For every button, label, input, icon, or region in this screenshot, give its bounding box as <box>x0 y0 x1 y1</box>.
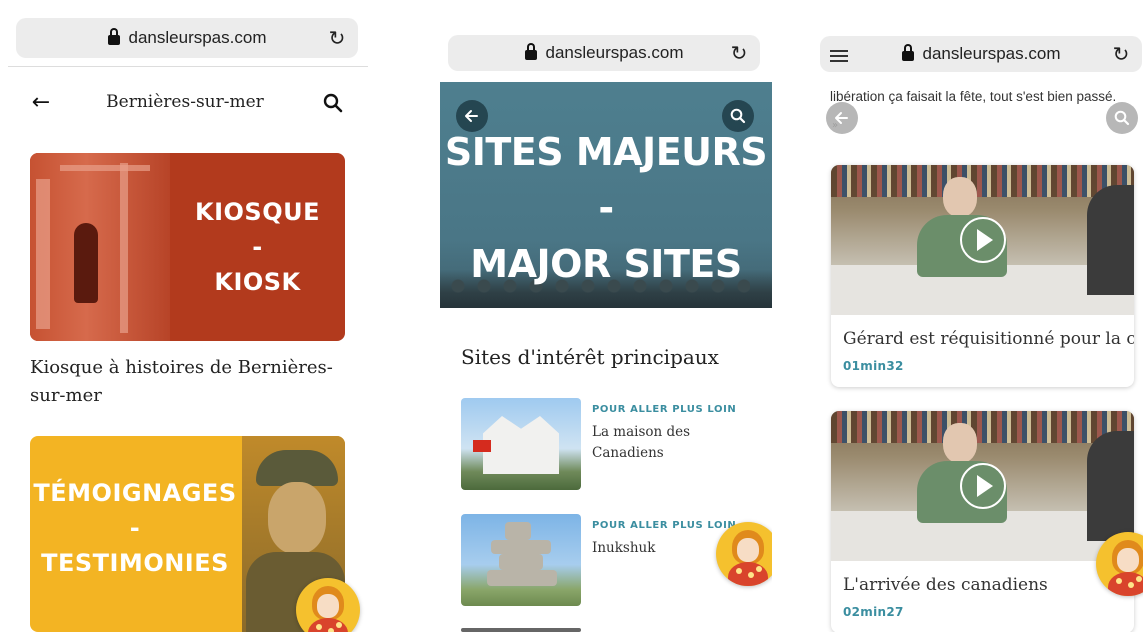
hero-banner: SITES MAJEURS - MAJOR SITES <box>440 82 772 308</box>
site-kicker: POUR ALLER PLUS LOIN <box>592 520 737 531</box>
back-button[interactable] <box>826 102 858 134</box>
testimonies-title-dash: - <box>129 514 141 542</box>
transcript-text: libération ça faisait la fête, tout s'es… <box>830 89 1117 104</box>
screen-testimony-videos: dansleurspas.com ↻ libération ça faisait… <box>818 0 1143 632</box>
address-bar[interactable]: dansleurspas.com ↻ <box>820 36 1142 72</box>
kiosk-caption[interactable]: Kiosque à histoires de Bernières-sur-mer <box>30 354 340 410</box>
hero-title-line2: MAJOR SITES <box>470 242 742 286</box>
kiosk-card[interactable]: KIOSQUE - KIOSK <box>30 153 345 341</box>
site-thumbnail <box>461 398 581 490</box>
url-text: dansleurspas.com <box>545 43 684 62</box>
page-header: ← Bernières-sur-mer <box>0 84 370 124</box>
url-text: dansleurspas.com <box>922 44 1061 63</box>
reload-icon[interactable]: ↻ <box>728 41 750 65</box>
kiosk-card-title: KIOSQUE - KIOSK <box>170 195 345 300</box>
arrow-left-icon <box>835 112 848 124</box>
video-thumbnail <box>831 165 1134 315</box>
search-icon[interactable] <box>322 92 344 114</box>
kiosk-title-line1: KIOSQUE <box>195 198 320 226</box>
site-thumbnail <box>461 628 581 632</box>
mascot-avatar-button[interactable] <box>296 578 360 632</box>
lock-icon <box>901 44 914 61</box>
kiosk-photo <box>30 153 170 341</box>
hero-title-dash: - <box>598 186 614 230</box>
search-icon <box>1114 110 1130 126</box>
site-item[interactable] <box>461 628 761 632</box>
address-bar[interactable]: dansleurspas.com ↻ <box>448 35 760 71</box>
search-icon <box>730 108 746 124</box>
site-kicker: POUR ALLER PLUS LOIN <box>592 404 737 415</box>
arrow-left-icon <box>465 110 478 122</box>
testimonies-title-line2: TESTIMONIES <box>41 549 229 577</box>
back-button[interactable] <box>456 100 488 132</box>
video-duration: 01min32 <box>843 359 904 373</box>
section-heading: Sites d'intérêt principaux <box>461 345 719 369</box>
reload-icon[interactable]: ↻ <box>326 26 348 50</box>
url-text: dansleurspas.com <box>128 28 267 47</box>
site-item[interactable]: POUR ALLER PLUS LOIN La maison des Canad… <box>461 398 761 490</box>
search-button[interactable] <box>722 100 754 132</box>
play-icon[interactable] <box>960 217 1006 263</box>
video-title: L'arrivée des canadiens <box>843 575 1048 595</box>
address-bar[interactable]: dansleurspas.com ↻ <box>16 18 358 58</box>
video-title: Gérard est réquisitionné pour la c <box>843 329 1134 349</box>
video-card[interactable]: L'arrivée des canadiens 02min27 <box>831 411 1134 632</box>
video-card[interactable]: Gérard est réquisitionné pour la c 01min… <box>831 165 1134 387</box>
screen-bernieres: dansleurspas.com ↻ ← Bernières-sur-mer K… <box>0 0 370 632</box>
site-thumbnail <box>461 514 581 606</box>
video-duration: 02min27 <box>843 605 904 619</box>
hero-title-line1: SITES MAJEURS <box>444 130 768 174</box>
divider <box>8 66 368 67</box>
page-title: Bernières-sur-mer <box>106 92 264 112</box>
search-button[interactable] <box>1106 102 1138 134</box>
testimonies-title-line1: TÉMOIGNAGES <box>33 479 237 507</box>
video-thumbnail <box>831 411 1134 561</box>
kiosk-title-line2: KIOSK <box>214 268 301 296</box>
lock-icon <box>524 43 537 60</box>
screen-major-sites: dansleurspas.com ↻ SITES MAJEURS - MAJOR… <box>440 0 772 632</box>
site-name: La maison des Canadiens <box>592 424 691 461</box>
play-icon[interactable] <box>960 463 1006 509</box>
menu-icon[interactable] <box>830 50 848 62</box>
lock-icon <box>107 28 120 45</box>
testimonies-card-title: TÉMOIGNAGES - TESTIMONIES <box>30 476 240 581</box>
reload-icon[interactable]: ↻ <box>1110 42 1132 66</box>
kiosk-title-dash: - <box>252 233 263 261</box>
mascot-avatar-button[interactable] <box>716 522 772 586</box>
